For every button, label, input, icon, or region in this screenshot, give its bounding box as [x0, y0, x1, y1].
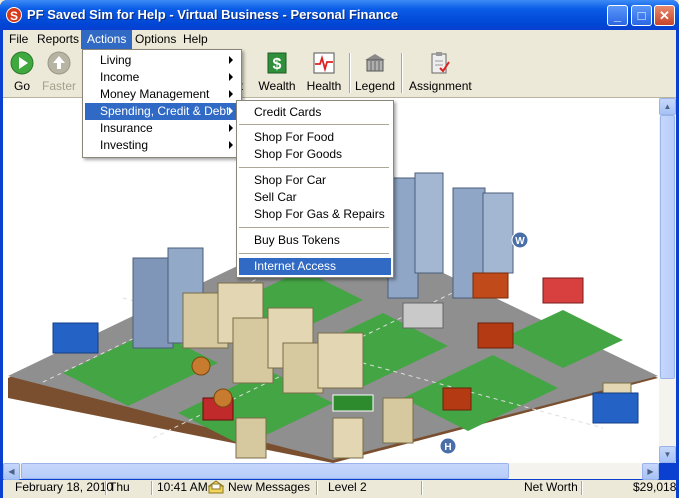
heartbeat-icon	[313, 52, 335, 74]
toolbar-separator	[401, 53, 403, 93]
menu-item-income[interactable]: Income	[85, 69, 239, 86]
clipboard-icon	[431, 52, 450, 74]
submenu-arrow-icon	[229, 56, 233, 64]
submenu-arrow-icon	[229, 107, 233, 115]
scroll-right-icon[interactable]: ▶	[642, 463, 659, 480]
status-net-worth-value: $29,018	[633, 480, 677, 494]
menu-item-living[interactable]: Living	[85, 52, 239, 69]
minimize-button[interactable]: _	[607, 5, 628, 26]
submenu-arrow-icon	[229, 124, 233, 132]
dollar-icon: $	[267, 52, 287, 74]
faster-label: Faster	[41, 79, 76, 93]
status-day: Thu	[109, 480, 130, 494]
status-separator	[105, 481, 107, 495]
menu-item-shop-car[interactable]: Shop For Car	[239, 172, 391, 189]
menu-file[interactable]: File	[3, 30, 34, 49]
vertical-scroll-thumb[interactable]	[660, 115, 675, 379]
submenu-arrow-icon	[229, 141, 233, 149]
menu-item-label: Money Management	[100, 87, 210, 101]
scroll-up-icon[interactable]: ▲	[659, 98, 676, 115]
vertical-scrollbar[interactable]: ▲ ▼	[659, 98, 676, 463]
menu-item-shop-goods[interactable]: Shop For Goods	[239, 146, 391, 163]
faster-button[interactable]: Faster	[41, 51, 77, 95]
scroll-down-icon[interactable]: ▼	[659, 446, 676, 463]
go-label: Go	[13, 79, 30, 93]
menu-item-insurance[interactable]: Insurance	[85, 120, 239, 137]
actions-menu: Living Income Money Management Spending,…	[82, 49, 242, 158]
menu-item-credit-cards[interactable]: Credit Cards	[239, 104, 391, 121]
pizza-sign	[213, 388, 233, 408]
svg-text:W: W	[515, 236, 525, 247]
menu-item-investing[interactable]: Investing	[85, 137, 239, 154]
play-icon	[10, 51, 34, 75]
status-date: February 18, 2010	[15, 480, 114, 494]
status-net-worth-label: Net Worth	[524, 480, 578, 494]
svg-text:H: H	[444, 442, 451, 453]
status-bar: February 18, 2010 Thu 10:41 AM New Messa…	[3, 480, 676, 498]
horizontal-scrollbar[interactable]: ◀ ▶	[3, 463, 659, 480]
submenu-arrow-icon	[229, 73, 233, 81]
wealth-button[interactable]: $ Wealth	[257, 51, 297, 95]
sports-field	[332, 394, 374, 412]
status-separator	[421, 481, 423, 495]
submenu-arrow-icon	[229, 90, 233, 98]
menu-item-spending-credit-debt[interactable]: Spending, Credit & Debt	[85, 103, 239, 120]
assignment-button[interactable]: Assignment	[409, 51, 472, 95]
menu-item-label: Spending, Credit & Debt	[100, 104, 230, 118]
menu-item-label: Living	[100, 53, 132, 67]
window-title: PF Saved Sim for Help - Virtual Business…	[27, 7, 399, 22]
menu-item-label: Investing	[100, 138, 149, 152]
menu-item-gas-repairs[interactable]: Shop For Gas & Repairs	[239, 206, 391, 223]
menu-item-shop-food[interactable]: Shop For Food	[239, 129, 391, 146]
status-separator	[151, 481, 153, 495]
go-button[interactable]: Go	[7, 51, 37, 95]
menu-reports[interactable]: Reports	[31, 30, 85, 49]
menu-item-internet-access[interactable]: Internet Access	[239, 258, 391, 275]
building-icon	[365, 54, 385, 72]
health-label: Health	[306, 79, 342, 93]
menu-item-label: Insurance	[100, 121, 153, 135]
svg-text:$: $	[273, 56, 282, 73]
status-separator	[316, 481, 318, 495]
maximize-button[interactable]: □	[631, 5, 652, 26]
menu-help[interactable]: Help	[177, 30, 214, 49]
menu-item-sell-car[interactable]: Sell Car	[239, 189, 391, 206]
title-bar[interactable]: S PF Saved Sim for Help - Virtual Busine…	[0, 0, 679, 30]
toolbar-separator	[349, 53, 351, 93]
status-level: Level 2	[328, 480, 367, 494]
health-button[interactable]: Health	[304, 51, 344, 95]
menu-options[interactable]: Options	[129, 30, 182, 49]
menu-separator	[239, 167, 389, 168]
pizza-sign	[191, 356, 211, 376]
status-time: 10:41 AM	[157, 480, 208, 494]
menu-item-bus-tokens[interactable]: Buy Bus Tokens	[239, 232, 391, 249]
status-separator	[581, 481, 583, 495]
close-button[interactable]: ✕	[654, 5, 675, 26]
menu-actions[interactable]: Actions	[81, 30, 133, 49]
app-icon: S	[6, 7, 22, 23]
legend-button[interactable]: Legend	[355, 51, 395, 95]
menu-separator	[239, 227, 389, 228]
spending-submenu: Credit Cards Shop For Food Shop For Good…	[236, 100, 394, 278]
menu-separator	[239, 253, 389, 254]
menu-item-label: Income	[100, 70, 140, 84]
mail-icon[interactable]	[207, 480, 225, 495]
wealth-label: Wealth	[258, 79, 296, 93]
horizontal-scroll-thumb[interactable]	[21, 463, 509, 479]
assignment-label: Assignment	[409, 79, 472, 93]
menu-item-money-management[interactable]: Money Management	[85, 86, 239, 103]
status-messages[interactable]: New Messages	[228, 480, 310, 495]
menu-separator	[239, 124, 389, 125]
scroll-left-icon[interactable]: ◀	[3, 463, 20, 480]
fast-forward-icon	[47, 51, 71, 75]
menu-bar: File Reports Actions Options Help	[3, 30, 676, 49]
app-window: S PF Saved Sim for Help - Virtual Busine…	[0, 0, 679, 498]
legend-label: Legend	[355, 79, 396, 93]
